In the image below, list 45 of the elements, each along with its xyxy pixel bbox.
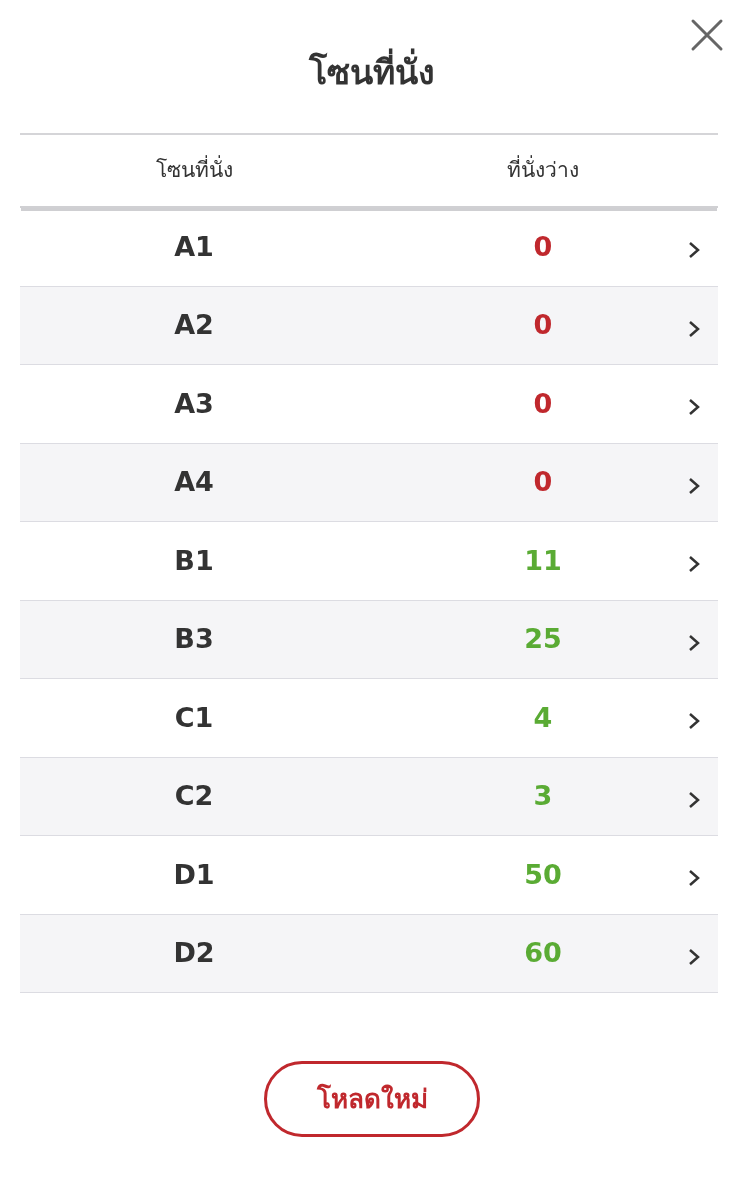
zone-row[interactable]: B3 25 bbox=[20, 600, 718, 679]
close-icon bbox=[690, 18, 724, 52]
zone-name: D1 bbox=[173, 858, 215, 890]
zone-name: C1 bbox=[174, 701, 214, 733]
zone-name: A3 bbox=[174, 387, 214, 419]
zone-name: B1 bbox=[174, 544, 214, 576]
close-button[interactable] bbox=[690, 18, 724, 52]
zone-name: B3 bbox=[174, 623, 214, 654]
available-seats: 0 bbox=[533, 230, 553, 262]
zone-row[interactable]: C1 4 bbox=[20, 679, 718, 758]
zone-row[interactable]: A3 0 bbox=[20, 365, 718, 444]
chevron-right-icon bbox=[688, 712, 700, 730]
zone-row[interactable]: C2 3 bbox=[20, 757, 718, 836]
zone-row[interactable]: D2 60 bbox=[20, 914, 718, 993]
available-seats: 0 bbox=[533, 387, 553, 419]
zone-row[interactable]: A4 0 bbox=[20, 443, 718, 522]
available-seats: 11 bbox=[524, 544, 562, 576]
zone-name: A4 bbox=[174, 466, 214, 497]
chevron-right-icon bbox=[688, 555, 700, 573]
zone-row[interactable]: A1 0 bbox=[20, 208, 718, 287]
zone-name: A2 bbox=[174, 309, 214, 340]
zone-row[interactable]: B1 11 bbox=[20, 522, 718, 601]
chevron-right-icon bbox=[688, 241, 700, 259]
chevron-right-icon bbox=[688, 633, 700, 652]
zone-name: A1 bbox=[174, 230, 214, 262]
column-header: โซนที่นั่ง bbox=[155, 157, 233, 182]
chevron-right-icon bbox=[688, 319, 700, 338]
available-seats: 3 bbox=[533, 780, 553, 811]
available-seats: 60 bbox=[524, 937, 562, 968]
column-header: ที่นั่งว่าง bbox=[507, 157, 579, 182]
zone-row[interactable]: A2 0 bbox=[20, 286, 718, 365]
chevron-right-icon bbox=[688, 790, 700, 809]
zone-row[interactable]: D1 50 bbox=[20, 836, 718, 915]
chevron-right-icon bbox=[688, 947, 700, 966]
zone-name: C2 bbox=[174, 780, 214, 811]
available-seats: 25 bbox=[524, 623, 562, 654]
chevron-right-icon bbox=[688, 398, 700, 416]
reload-button[interactable]: โหลดใหม่ bbox=[264, 1061, 480, 1137]
available-seats: 0 bbox=[533, 309, 553, 340]
zone-name: D2 bbox=[173, 937, 215, 968]
chevron-right-icon bbox=[688, 869, 700, 887]
chevron-right-icon bbox=[688, 476, 700, 495]
available-seats: 50 bbox=[524, 858, 562, 890]
available-seats: 4 bbox=[533, 701, 553, 733]
available-seats: 0 bbox=[533, 466, 553, 497]
